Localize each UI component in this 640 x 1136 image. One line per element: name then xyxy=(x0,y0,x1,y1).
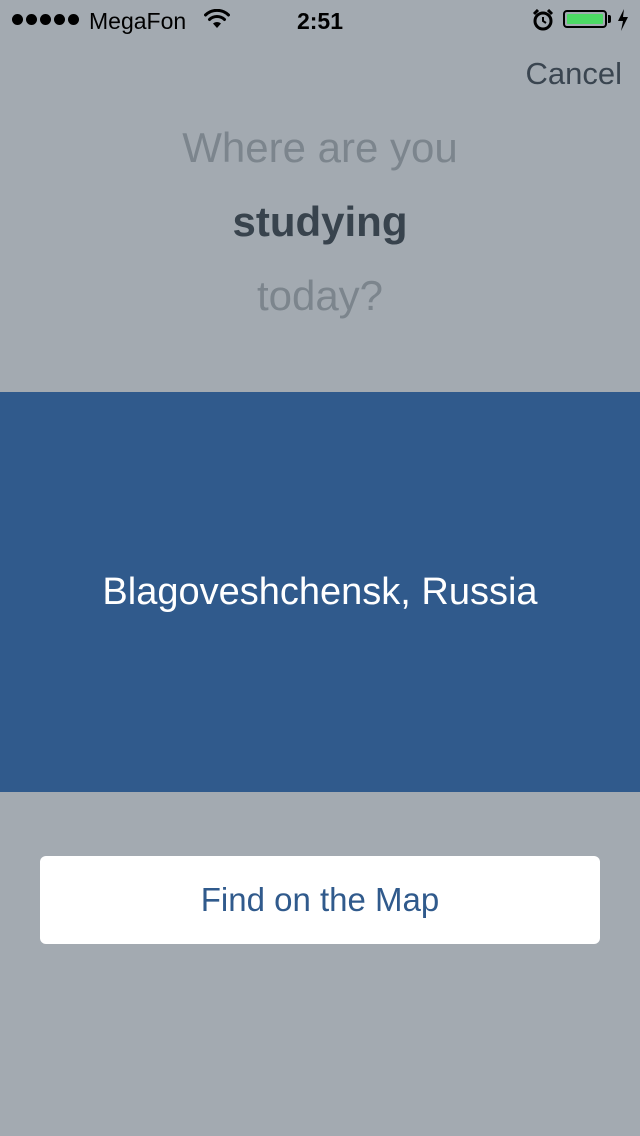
status-bar: MegaFon 2:51 xyxy=(0,0,640,40)
battery-tip xyxy=(608,15,611,23)
prompt-line-3: today? xyxy=(256,272,384,319)
location-name: Blagoveshchensk, Russia xyxy=(102,570,538,613)
find-on-map-button[interactable]: Find on the Map xyxy=(40,856,600,944)
battery-level xyxy=(567,14,603,24)
prompt-line-1: Where are you xyxy=(182,124,458,171)
cancel-button[interactable]: Cancel xyxy=(526,54,623,94)
battery-icon xyxy=(563,10,607,28)
alarm-icon xyxy=(532,9,554,31)
charging-bolt-icon xyxy=(618,9,628,31)
current-location-panel[interactable]: Blagoveshchensk, Russia xyxy=(0,392,640,792)
prompt-line-2: studying xyxy=(232,198,408,245)
